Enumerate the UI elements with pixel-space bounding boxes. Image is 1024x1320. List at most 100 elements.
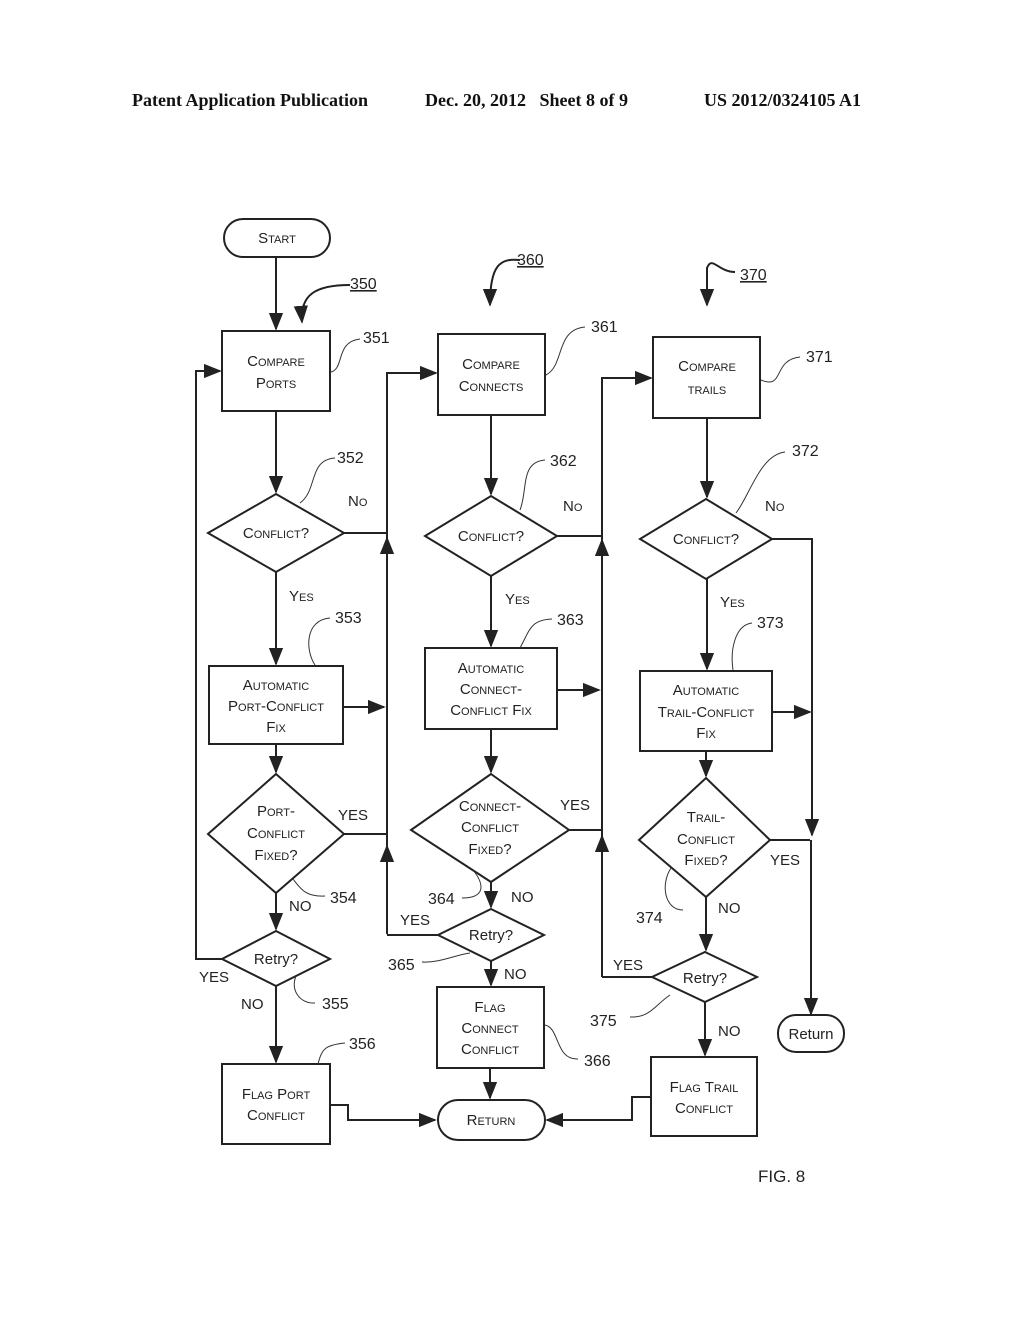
node-376-line1: Flag Trail [670, 1079, 739, 1096]
leader-353 [308, 617, 331, 666]
ref-364: 364 [428, 891, 455, 908]
node-365-label: Retry? [469, 927, 513, 944]
flow-ref-360-arrow [482, 258, 521, 307]
edge-label-365-yes: YES [400, 912, 430, 929]
node-366-line2: Connect [461, 1020, 519, 1037]
node-374-line3: Fixed? [684, 852, 727, 869]
leader-354 [292, 878, 326, 897]
decision-conflict-362: Conflict? [423, 494, 559, 578]
ref-373: 373 [757, 615, 784, 632]
ref-351: 351 [363, 330, 390, 347]
edge-label-362-yes: Yes [505, 591, 530, 608]
ref-356: 356 [349, 1036, 376, 1053]
decision-retry-355: Retry? [219, 929, 333, 988]
decision-conflict-372: Conflict? [638, 497, 774, 581]
leader-356 [317, 1042, 346, 1065]
edge-label-375-yes: YES [613, 957, 643, 974]
process-compare-connects: Compare Connects [437, 333, 546, 416]
node-363-line1: Automatic [458, 660, 524, 677]
node-353-line1: Automatic [243, 677, 309, 694]
node-353-line3: Fix [266, 719, 286, 736]
ref-363: 363 [557, 612, 584, 629]
process-auto-connect-fix: Automatic Connect- Conflict Fix [424, 647, 558, 730]
flow-ref-350-arrow [293, 284, 351, 324]
edge-label-355-no: NO [241, 996, 264, 1013]
node-355-label: Retry? [254, 951, 298, 968]
node-354-line2: Conflict [247, 825, 305, 842]
edge-label-374-no: NO [718, 900, 741, 917]
leader-375 [629, 994, 671, 1018]
process-compare-ports: Compare Ports [221, 330, 331, 412]
leader-366 [544, 1024, 579, 1060]
flowchart: Start 350 Compare Ports 351 Conflict? 35… [195, 218, 845, 1186]
ref-355: 355 [322, 996, 349, 1013]
edge-label-375-no: NO [718, 1023, 741, 1040]
edge-flag-trail-return [545, 1096, 651, 1128]
edge-label-354-no: NO [289, 898, 312, 915]
node-363-line3: Conflict Fix [450, 702, 532, 719]
edge-label-364-yes: YES [560, 797, 590, 814]
node-356-line2: Conflict [247, 1107, 305, 1124]
node-361-line1: Compare [462, 356, 520, 373]
flow-ref-360: 360 [517, 252, 544, 269]
edge-356-return [330, 1104, 437, 1128]
node-354-line1: Port- [257, 803, 295, 820]
node-374-line1: Trail- [687, 809, 726, 826]
process-flag-trail-conflict: Flag Trail Conflict [650, 1056, 758, 1137]
ref-365: 365 [388, 957, 415, 974]
node-352-label: Conflict? [243, 525, 309, 542]
edge-label-354-yes: YES [338, 807, 368, 824]
process-compare-trails: Compare trails [652, 336, 761, 419]
node-373-line3: Fix [696, 725, 716, 742]
node-371-line2: trails [688, 381, 727, 398]
terminal-start: Start [223, 218, 331, 258]
edge-label-374-yes: YES [770, 852, 800, 869]
ref-371: 371 [806, 349, 833, 366]
figure-label: FIG. 8 [758, 1167, 805, 1186]
node-364-line2: Conflict [461, 819, 519, 836]
node-366-line1: Flag [474, 999, 505, 1016]
leader-363 [519, 618, 553, 649]
node-376-line2: Conflict [675, 1100, 733, 1117]
ref-366: 366 [584, 1053, 611, 1070]
edge-label-352-no: No [348, 493, 368, 510]
leader-352 [299, 457, 336, 504]
leader-373 [731, 622, 753, 671]
node-375-label: Retry? [683, 970, 727, 987]
decision-retry-375: Retry? [649, 950, 760, 1004]
node-366-line3: Conflict [461, 1041, 519, 1058]
edge-label-355-yes: YES [199, 969, 229, 986]
decision-trail-fixed: Trail- Conflict Fixed? [637, 776, 772, 899]
return-main-label: Return [467, 1112, 516, 1129]
node-351-line1: Compare [247, 353, 305, 370]
node-363-line2: Connect- [460, 681, 522, 698]
decision-port-fixed: Port- Conflict Fixed? [206, 772, 346, 895]
node-364-line1: Connect- [459, 798, 521, 815]
ref-353: 353 [335, 610, 362, 627]
process-flag-connect-conflict: Flag Connect Conflict [436, 986, 545, 1069]
ref-361: 361 [591, 319, 618, 336]
edge-label-364-no: NO [511, 889, 534, 906]
ref-375: 375 [590, 1013, 617, 1030]
edge-label-365-no: NO [504, 966, 527, 983]
node-354-line3: Fixed? [254, 847, 297, 864]
ref-362: 362 [550, 453, 577, 470]
ref-374: 374 [636, 910, 663, 927]
decision-connect-fixed: Connect- Conflict Fixed? [409, 772, 571, 884]
node-364-line3: Fixed? [468, 841, 511, 858]
terminal-return-right: Return [777, 1014, 845, 1053]
node-374-line2: Conflict [677, 831, 735, 848]
node-361-line2: Connects [459, 378, 524, 395]
node-373-line1: Automatic [673, 682, 739, 699]
leader-362 [519, 459, 546, 511]
edge-372-no [772, 538, 820, 837]
return-right-label: Return [788, 1026, 833, 1043]
process-flag-port-conflict: Flag Port Conflict [221, 1063, 331, 1145]
start-label: Start [258, 230, 296, 247]
node-362-label: Conflict? [458, 528, 524, 545]
edge-label-362-no: No [563, 498, 583, 515]
ref-354: 354 [330, 890, 357, 907]
flow-ref-370: 370 [740, 267, 767, 284]
process-auto-trail-fix: Automatic Trail-Conflict Fix [639, 670, 773, 752]
node-356-line1: Flag Port [242, 1086, 311, 1103]
